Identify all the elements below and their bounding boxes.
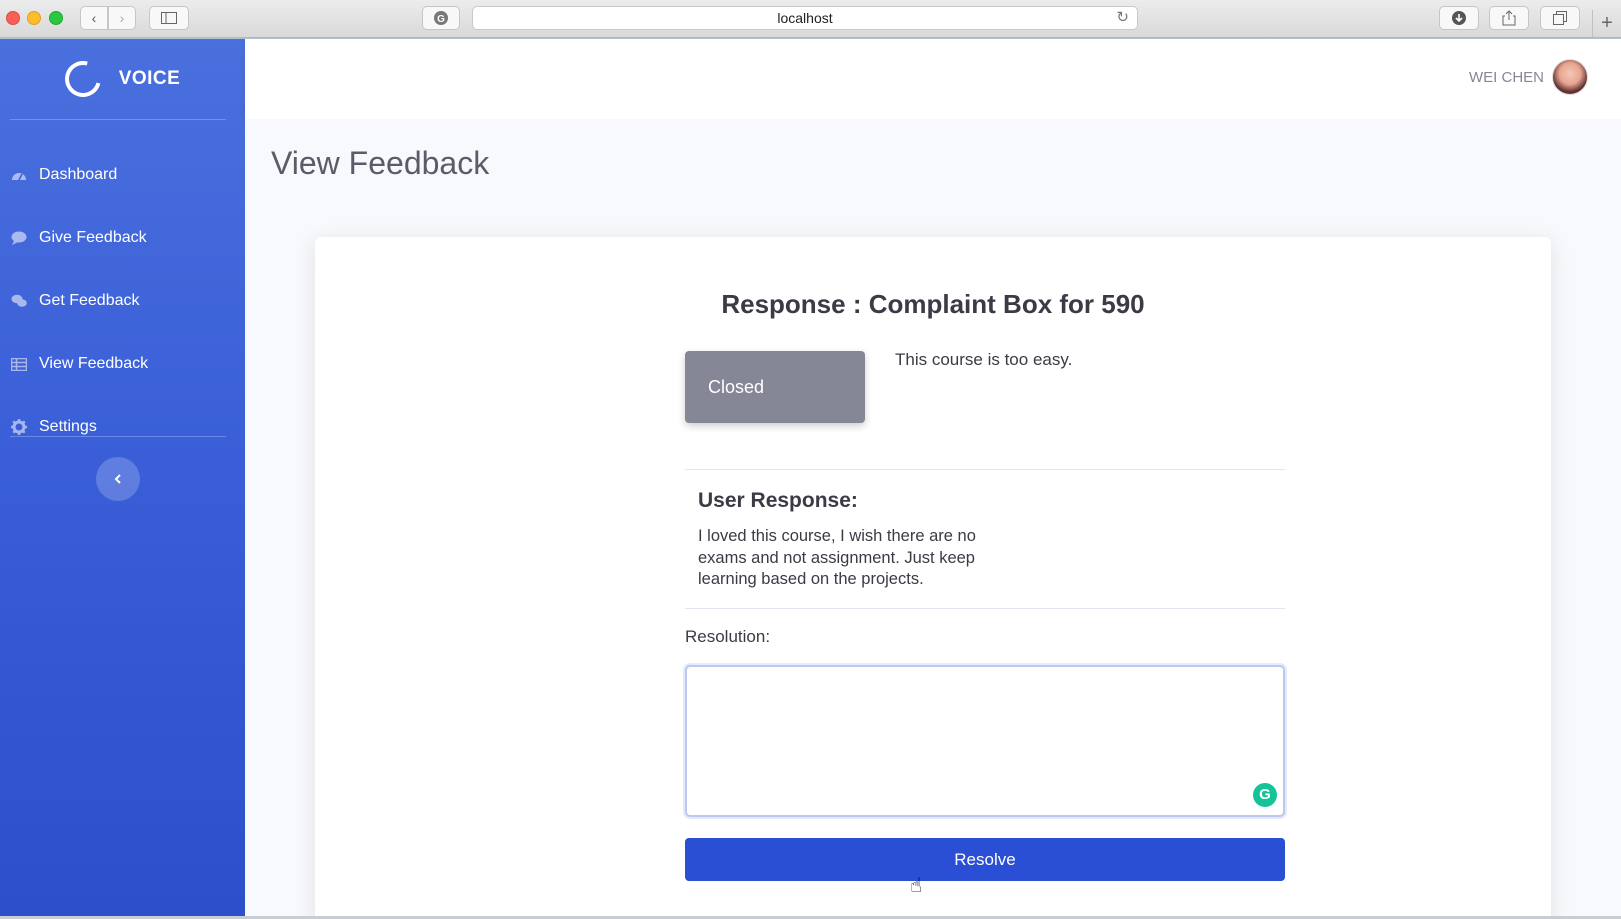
- brand-logo-icon: [58, 54, 108, 104]
- download-button[interactable]: [1439, 6, 1479, 30]
- share-button[interactable]: [1489, 6, 1529, 30]
- sidebar-toggle-button[interactable]: [149, 6, 189, 30]
- comment-icon: [11, 230, 27, 246]
- sidebar-collapse-button[interactable]: [96, 457, 140, 501]
- minimize-window-button[interactable]: [27, 11, 41, 25]
- sidebar: VOICE Dashboard Give Feedback Get Feedba…: [0, 39, 245, 919]
- sidebar-item-dashboard[interactable]: Dashboard: [0, 151, 245, 199]
- maximize-window-button[interactable]: [49, 11, 63, 25]
- resolution-label: Resolution:: [685, 627, 771, 646]
- sidebar-item-label: Get Feedback: [39, 292, 140, 309]
- sidebar-item-get-feedback[interactable]: Get Feedback: [0, 277, 245, 325]
- close-window-button[interactable]: [6, 11, 20, 25]
- grammarly-extension-button[interactable]: G: [422, 6, 460, 30]
- main-content: View Feedback Response : Complaint Box f…: [245, 119, 1621, 919]
- sidebar-divider: [10, 119, 226, 120]
- grammarly-icon: G: [434, 11, 448, 25]
- avatar[interactable]: [1552, 59, 1588, 95]
- resolution-textarea[interactable]: [685, 665, 1285, 817]
- share-icon: [1502, 10, 1516, 26]
- sidebar-item-give-feedback[interactable]: Give Feedback: [0, 214, 245, 262]
- sidebar-item-label: Settings: [39, 418, 97, 435]
- tabs-icon: [1553, 11, 1567, 25]
- show-tabs-button[interactable]: [1540, 6, 1580, 30]
- response-title: Response : Complaint Box for 590: [721, 289, 1145, 319]
- plus-icon: +: [1601, 12, 1613, 34]
- new-tab-button[interactable]: +: [1592, 10, 1621, 38]
- sidebar-item-view-feedback[interactable]: View Feedback: [0, 340, 245, 388]
- chevron-left-icon: ‹: [91, 10, 97, 26]
- response-card: Response : Complaint Box for 590 Closed …: [315, 237, 1551, 919]
- chevron-left-icon: [114, 474, 121, 484]
- grammarly-icon[interactable]: G: [1253, 783, 1277, 807]
- browser-toolbar: ‹ › G localhost ↻ +: [0, 0, 1621, 38]
- forward-button[interactable]: ›: [108, 6, 136, 30]
- sidebar-item-label: Dashboard: [39, 166, 118, 183]
- comments-icon: [11, 293, 27, 309]
- svg-text:G: G: [437, 14, 445, 25]
- divider: [685, 469, 1285, 470]
- feedback-text: This course is too easy.: [895, 350, 1073, 369]
- status-badge: Closed: [685, 351, 865, 423]
- brand[interactable]: VOICE: [0, 39, 245, 119]
- hand-cursor-icon: ☝: [910, 875, 923, 897]
- user-response-title: User Response:: [698, 489, 858, 512]
- topbar: WEI CHEN: [245, 39, 1621, 119]
- user-response-text: I loved this course, I wish there are no…: [698, 527, 976, 588]
- resolve-button[interactable]: Resolve: [685, 838, 1285, 881]
- address-bar[interactable]: localhost ↻: [472, 6, 1138, 30]
- download-icon: [1452, 11, 1466, 25]
- brand-name: VOICE: [118, 68, 181, 89]
- page-title: View Feedback: [271, 145, 490, 181]
- dashboard-icon: [11, 167, 27, 183]
- sidebar-item-label: Give Feedback: [39, 229, 147, 246]
- sidebar-item-settings[interactable]: Settings: [0, 403, 245, 451]
- back-button[interactable]: ‹: [80, 6, 108, 30]
- table-icon: [11, 356, 27, 372]
- sidebar-divider: [10, 436, 226, 437]
- user-name[interactable]: WEI CHEN: [1469, 69, 1544, 86]
- divider: [685, 608, 1285, 609]
- gear-icon: [11, 419, 27, 435]
- sidebar-icon: [161, 12, 177, 24]
- chevron-right-icon: ›: [119, 10, 125, 26]
- url-text: localhost: [777, 10, 833, 26]
- reload-icon[interactable]: ↻: [1116, 7, 1129, 29]
- sidebar-item-label: View Feedback: [39, 355, 149, 372]
